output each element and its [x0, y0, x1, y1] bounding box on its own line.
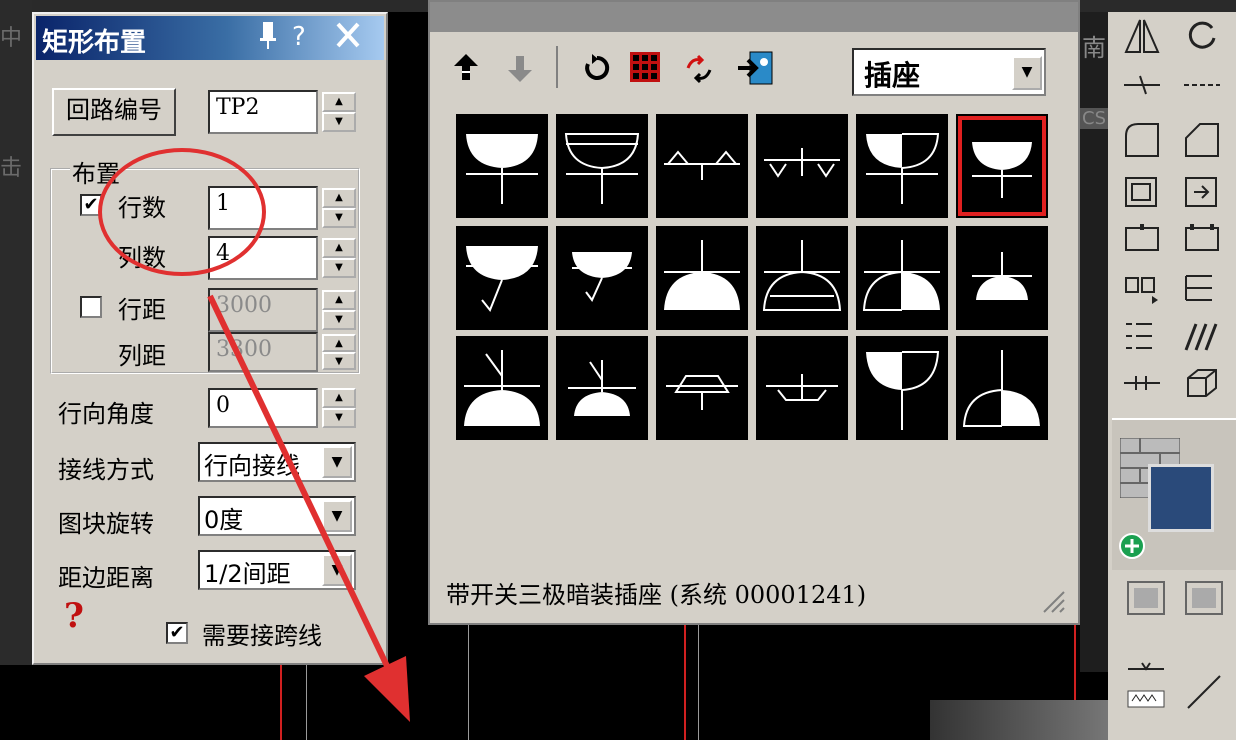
annotation-arrow-head [364, 656, 410, 722]
annotation-overlay [98, 148, 410, 722]
annotation-arrow-shaft [207, 294, 391, 670]
annotation-circle [98, 148, 266, 276]
